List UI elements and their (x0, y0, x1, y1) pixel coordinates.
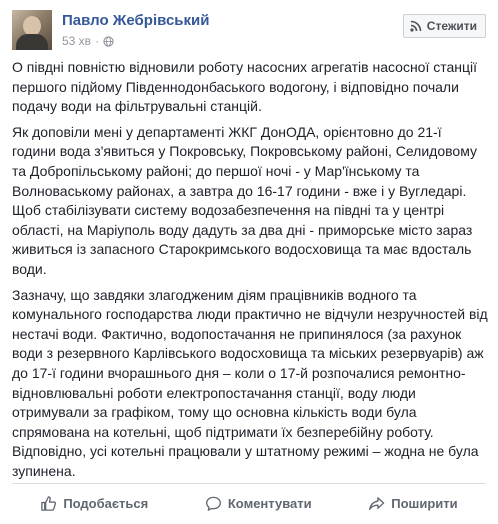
avatar-face (23, 16, 41, 36)
rss-icon (410, 20, 422, 32)
follow-button[interactable]: Стежити (402, 14, 486, 38)
post-content: О півдні повністю відновили роботу насос… (12, 58, 488, 487)
author-name[interactable]: Павло Жебрівський (62, 12, 209, 29)
post-time[interactable]: 53 хв (62, 34, 91, 48)
comment-icon (205, 496, 221, 511)
like-icon (41, 495, 57, 511)
post-meta: 53 хв · (62, 34, 114, 48)
share-button[interactable]: Поширити (354, 486, 471, 520)
post-paragraph-1: О півдні повністю відновили роботу насос… (12, 59, 478, 115)
share-icon (369, 496, 385, 510)
post-paragraph-2: Як доповіли мені у департаменті ЖКГ ДонО… (12, 123, 477, 277)
actions-divider (12, 483, 486, 484)
share-label: Поширити (391, 495, 458, 511)
comment-label: Коментувати (227, 495, 312, 511)
comment-button[interactable]: Коментувати (191, 486, 326, 520)
globe-icon (103, 35, 114, 47)
post-paragraph-3: Зазначу, що завдяки злагодженим діям пра… (12, 286, 488, 479)
post-header: Павло Жебрівський 53 хв · Стежити (12, 10, 486, 54)
like-button[interactable]: Подобається (26, 486, 162, 520)
facebook-post: Павло Жебрівський 53 хв · Стежити О півд… (0, 0, 498, 524)
post-actions: Подобається Коментувати Поширити (12, 486, 486, 520)
author-avatar[interactable] (12, 10, 52, 50)
meta-separator: · (95, 34, 100, 48)
like-label: Подобається (63, 495, 149, 511)
avatar-body (16, 34, 48, 50)
follow-label: Стежити (426, 19, 477, 33)
